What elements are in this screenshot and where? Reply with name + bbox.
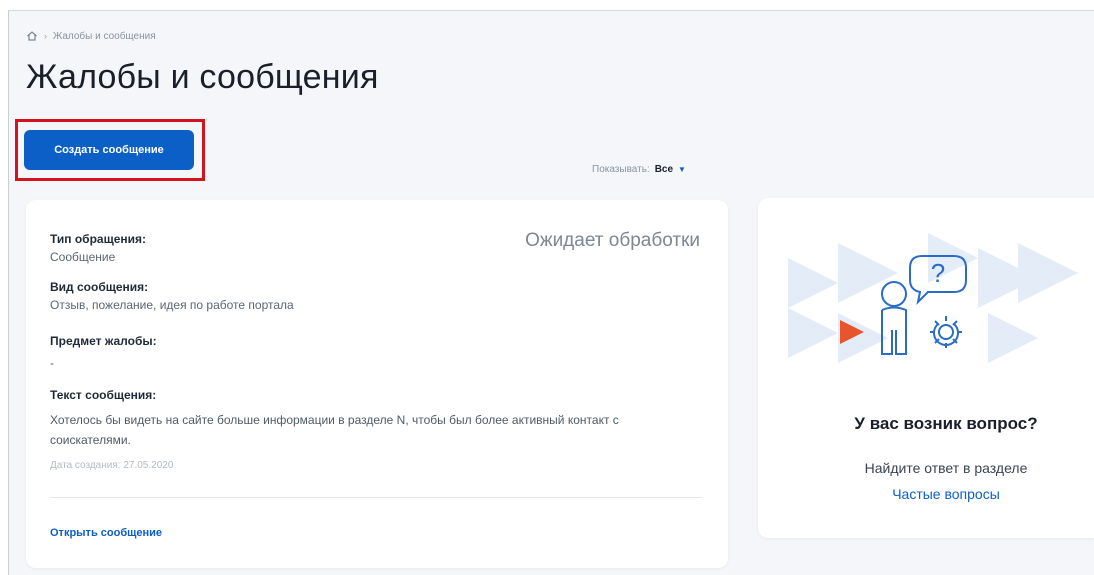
type-label: Тип обращения:	[50, 232, 146, 246]
open-message-link[interactable]: Открыть сообщение	[50, 527, 162, 539]
svg-text:?: ?	[931, 258, 945, 288]
breadcrumb: › Жалобы и сообщения	[26, 30, 156, 42]
kind-label: Вид сообщения:	[50, 280, 149, 294]
home-icon[interactable]	[26, 30, 38, 42]
filter-select[interactable]: Показывать: Все ▼	[592, 164, 686, 175]
type-value: Сообщение	[50, 250, 116, 264]
text-label: Текст сообщения:	[50, 388, 157, 402]
status-badge: Ожидает обработки	[525, 230, 700, 251]
breadcrumb-separator: ›	[44, 31, 47, 41]
subject-value: -	[50, 356, 54, 370]
message-card: Ожидает обработки Тип обращения: Сообщен…	[26, 200, 728, 568]
divider	[50, 497, 702, 498]
help-text: Найдите ответ в разделе	[864, 460, 1028, 476]
faq-link[interactable]: Частые вопросы	[758, 486, 1094, 502]
help-title: У вас возник вопрос?	[854, 414, 1038, 433]
question-person-gear-icon: ?	[788, 233, 1078, 363]
subject-label: Предмет жалобы:	[50, 334, 157, 348]
create-message-button[interactable]: Создать сообщение	[24, 130, 194, 170]
filter-value[interactable]: Все	[655, 164, 673, 175]
message-text: Хотелось бы видеть на сайте больше инфор…	[50, 413, 619, 447]
chevron-down-icon[interactable]: ▼	[678, 165, 686, 174]
kind-value: Отзыв, пожелание, идея по работе портала	[50, 298, 294, 312]
creation-date: Дата создания: 27.05.2020	[50, 460, 174, 471]
filter-label: Показывать:	[592, 164, 650, 175]
breadcrumb-current: Жалобы и сообщения	[53, 30, 156, 42]
page-title: Жалобы и сообщения	[26, 58, 379, 96]
help-card: ? У вас возник вопрос? Найдите ответ в р…	[758, 198, 1094, 538]
